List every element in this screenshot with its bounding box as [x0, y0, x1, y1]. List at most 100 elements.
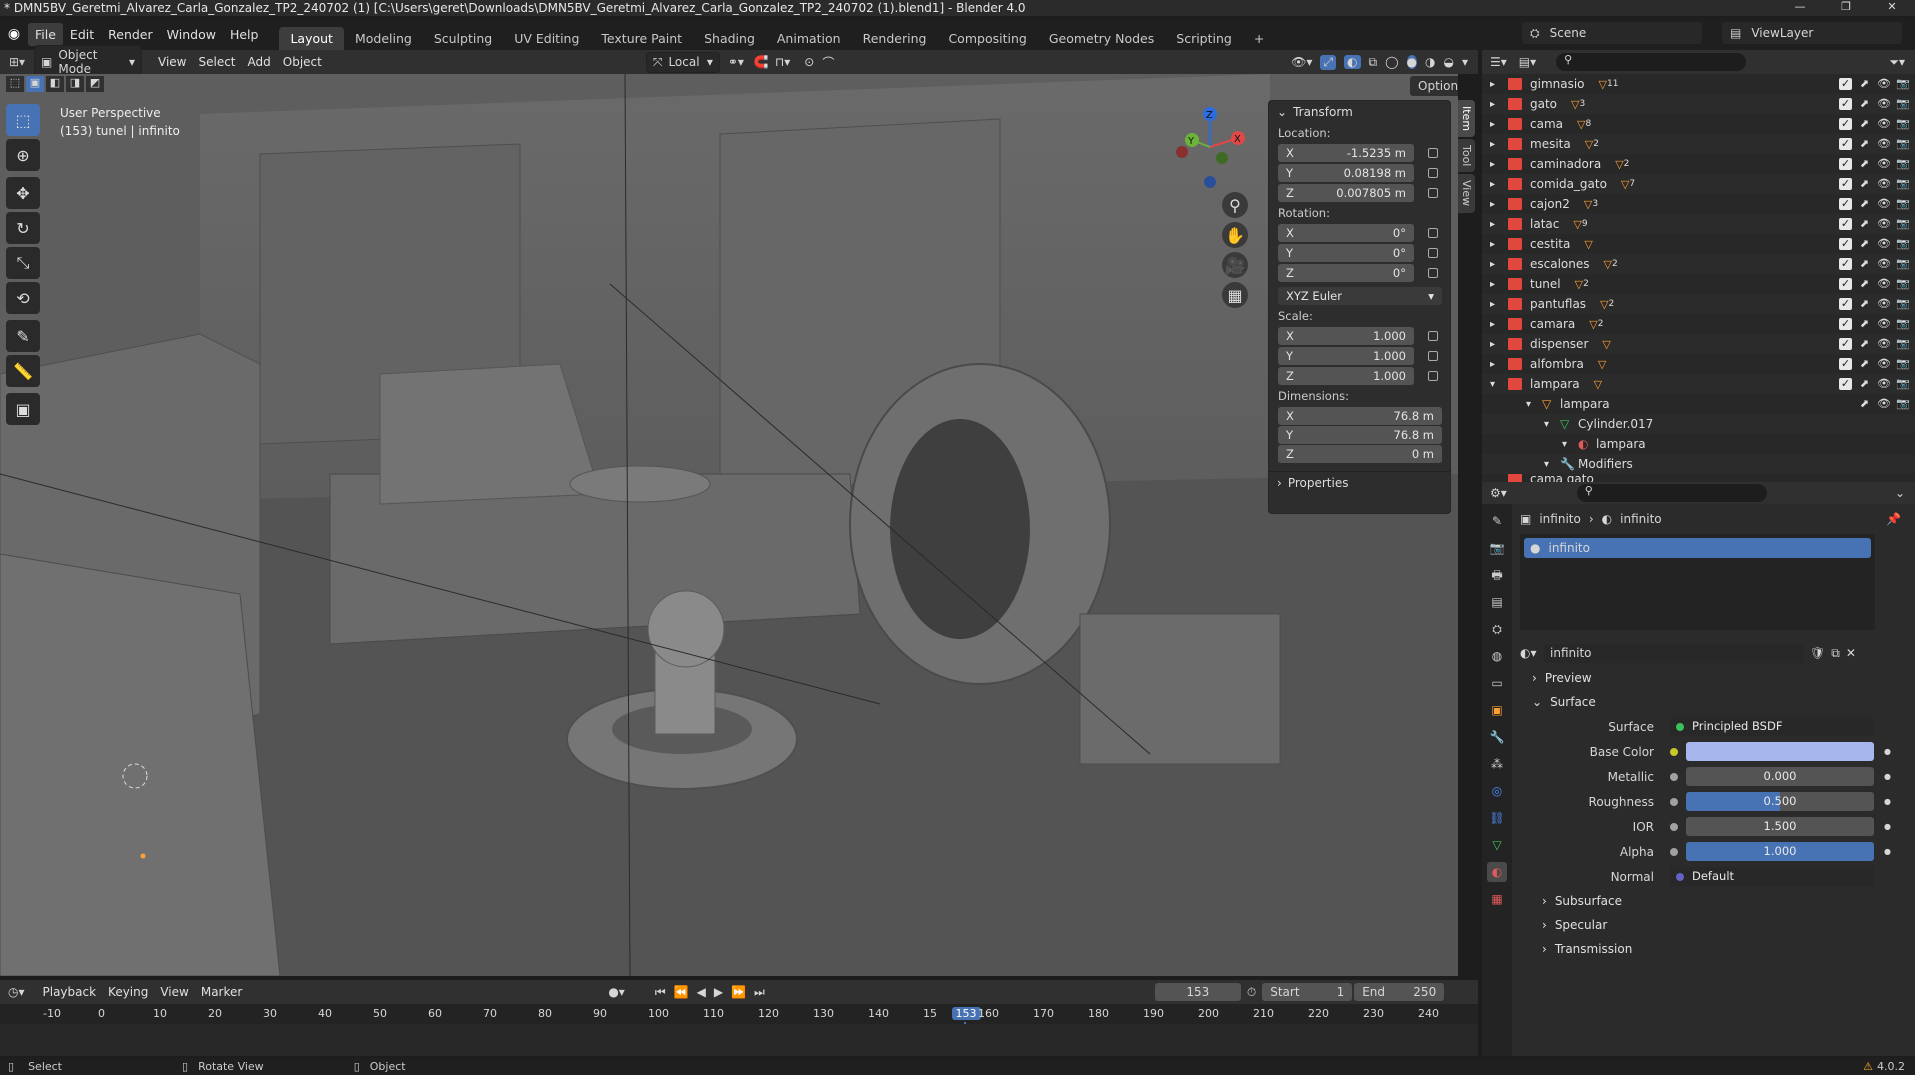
chevron-down-icon[interactable]: ⌄ [1895, 486, 1905, 500]
scene-selector[interactable]: ⛭ Scene [1522, 22, 1702, 44]
eye-icon[interactable]: 👁 [1877, 318, 1891, 330]
expand-arrow-icon[interactable]: ▾ [1490, 379, 1508, 390]
camera-render-icon[interactable]: 📷 [1896, 278, 1910, 290]
checkbox-icon[interactable]: ✓ [1839, 278, 1852, 290]
checkbox-icon[interactable]: ✓ [1839, 98, 1852, 110]
select-arrow-icon[interactable]: ⬈ [1858, 358, 1871, 370]
lock-icon[interactable] [1428, 331, 1438, 341]
world-tab-icon[interactable]: ◍ [1487, 646, 1507, 666]
tab-item[interactable]: Item [1458, 100, 1475, 138]
maximize-button[interactable]: ❐ [1823, 0, 1869, 16]
select-new-icon[interactable]: ▣ [26, 76, 44, 92]
xray-icon[interactable]: ⧉ [1369, 55, 1378, 70]
menu-object[interactable]: Object [277, 53, 328, 71]
expand-arrow-icon[interactable]: ▸ [1490, 339, 1508, 350]
move-tool-icon[interactable]: ✥ [6, 177, 40, 209]
select-arrow-icon[interactable]: ⬈ [1858, 238, 1871, 250]
dimensions-y-field[interactable]: Y 76.8 m [1278, 426, 1442, 444]
select-arrow-icon[interactable]: ⬈ [1858, 138, 1871, 150]
checkbox-icon[interactable]: ✓ [1839, 358, 1852, 370]
outliner-row[interactable]: ▸ gimnasio ▽ 11 ✓ ⬈ 👁 📷 [1482, 74, 1915, 94]
select-arrow-icon[interactable]: ⬈ [1858, 278, 1871, 290]
zoom-icon[interactable]: ⚲ [1222, 192, 1248, 218]
expand-arrow-icon[interactable]: ▸ [1490, 359, 1508, 370]
start-frame-field[interactable]: Start 1 [1262, 983, 1353, 1001]
particles-tab-icon[interactable]: ⁂ [1487, 754, 1507, 774]
scene-tab-icon[interactable]: ⛭ [1487, 619, 1507, 639]
checkbox-icon[interactable]: ✓ [1839, 158, 1852, 170]
tab-texture-paint[interactable]: Texture Paint [590, 27, 693, 50]
menu-add[interactable]: Add [242, 53, 277, 71]
end-frame-field[interactable]: End 250 [1354, 983, 1445, 1001]
menu-playback[interactable]: Playback [37, 983, 103, 1001]
surface-shader-field[interactable]: Principled BSDF [1670, 717, 1874, 736]
keyframe-dot-icon[interactable]: ● [1884, 847, 1891, 856]
view-layer-tab-icon[interactable]: ▤ [1487, 592, 1507, 612]
fake-user-icon[interactable]: 🛡 [1810, 646, 1825, 660]
outliner-row[interactable]: ▸ pantuflas ▽ 2 ✓ ⬈ 👁 📷 [1482, 294, 1915, 314]
outliner-row[interactable]: ▸ latac ▽ 9 ✓ ⬈ 👁 📷 [1482, 214, 1915, 234]
outliner-row[interactable]: ▸ caminadora ▽ 2 ✓ ⬈ 👁 📷 [1482, 154, 1915, 174]
camera-render-icon[interactable]: 📷 [1896, 178, 1910, 190]
falloff-icon[interactable]: ⌒ [822, 54, 834, 71]
tool-tab-icon[interactable]: ✎ [1487, 511, 1507, 531]
select-subtract-icon[interactable]: ◨ [66, 76, 84, 92]
checkbox-icon[interactable]: ✓ [1839, 78, 1852, 90]
eye-icon[interactable]: 👁 [1877, 298, 1891, 310]
checkbox-icon[interactable]: ✓ [1839, 118, 1852, 130]
duplicate-icon[interactable]: ⧉ [1831, 646, 1840, 661]
checkbox-icon[interactable]: ✓ [1839, 298, 1852, 310]
outliner-child-row[interactable]: ▾ ▽ Cylinder.017 [1482, 414, 1915, 434]
checkbox-icon[interactable]: ✓ [1839, 178, 1852, 190]
eye-icon[interactable]: 👁 [1877, 138, 1891, 150]
expand-arrow-icon[interactable]: ▸ [1490, 159, 1508, 170]
unlink-icon[interactable]: ✕ [1846, 646, 1856, 660]
tab-animation[interactable]: Animation [766, 27, 852, 50]
keyframe-dot-icon[interactable]: ● [1884, 772, 1891, 781]
tab-tool[interactable]: Tool [1458, 139, 1475, 173]
eye-icon[interactable]: 👁 [1877, 238, 1891, 250]
expand-arrow-icon[interactable]: ▸ [1490, 259, 1508, 270]
outliner-child-row[interactable]: ▾ 🔧 Modifiers [1482, 454, 1915, 474]
rotation-x-field[interactable]: X 0° [1278, 224, 1414, 242]
gizmo-icon[interactable]: ⤢ [1320, 54, 1337, 70]
select-arrow-icon[interactable]: ⬈ [1858, 318, 1871, 330]
tab-view[interactable]: View [1458, 174, 1475, 213]
lock-icon[interactable] [1428, 228, 1438, 238]
expand-arrow-icon[interactable]: ▾ [1544, 419, 1560, 430]
chevron-down-icon[interactable]: ▾ [1462, 55, 1468, 69]
add-workspace-button[interactable]: + [1243, 27, 1275, 50]
navigation-gizmo[interactable]: Z X Y [1170, 102, 1250, 192]
camera-render-icon[interactable]: 📷 [1896, 158, 1910, 170]
location-z-field[interactable]: Z 0.007805 m [1278, 184, 1414, 202]
select-invert-icon[interactable]: ◩ [86, 76, 104, 92]
close-button[interactable]: ✕ [1869, 0, 1915, 16]
scale-y-field[interactable]: Y 1.000 [1278, 347, 1414, 365]
camera-render-icon[interactable]: 📷 [1896, 238, 1910, 250]
timeline-editor-icon[interactable]: ◷▾ [8, 985, 25, 999]
property-field[interactable]: 1.000 [1686, 842, 1874, 861]
current-frame-field[interactable]: 153 [1154, 983, 1241, 1001]
expand-arrow-icon[interactable]: ▸ [1490, 219, 1508, 230]
visibility-icon[interactable]: 👁▾ [1291, 55, 1312, 69]
overlay-icon[interactable]: ◐ [1344, 55, 1361, 69]
lock-icon[interactable] [1428, 371, 1438, 381]
material-tab-icon[interactable]: ◐ [1487, 862, 1507, 882]
scale-z-field[interactable]: Z 1.000 [1278, 367, 1414, 385]
add-cube-tool-icon[interactable]: ▣ [6, 393, 40, 425]
outliner-row[interactable]: ▸ escalones ▽ 2 ✓ ⬈ 👁 📷 [1482, 254, 1915, 274]
grid-perspective-icon[interactable]: ▦ [1222, 282, 1248, 308]
eye-icon[interactable]: 👁 [1877, 258, 1891, 270]
warning-icon[interactable]: ⚠ [1863, 1060, 1873, 1073]
location-x-field[interactable]: X -1.5235 m [1278, 144, 1414, 162]
lock-icon[interactable] [1428, 168, 1438, 178]
preview-section[interactable]: › Preview [1520, 666, 1915, 690]
camera-icon[interactable]: 🎥 [1222, 252, 1248, 278]
keyframe-dot-icon[interactable]: ● [1884, 747, 1891, 756]
physics-tab-icon[interactable]: ◎ [1487, 781, 1507, 801]
menu-view[interactable]: View [152, 53, 192, 71]
select-arrow-icon[interactable]: ⬈ [1858, 398, 1871, 410]
camera-render-icon[interactable]: 📷 [1896, 318, 1910, 330]
jump-start-icon[interactable]: ⏮ [655, 985, 666, 1000]
stopwatch-icon[interactable]: ⏱ [1247, 985, 1256, 1000]
